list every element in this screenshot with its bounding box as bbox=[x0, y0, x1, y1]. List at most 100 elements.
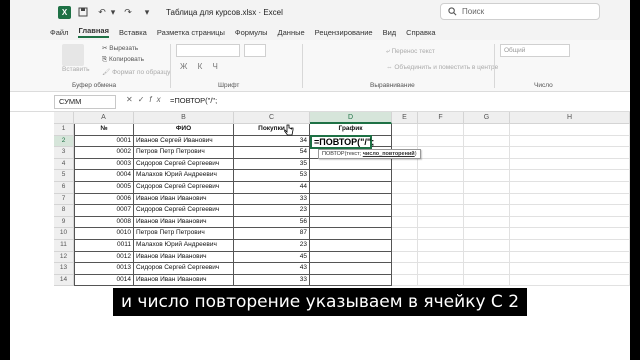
name-cell[interactable]: Малахов Юрий Андреевич bbox=[134, 240, 234, 252]
purchases-cell[interactable]: 35 bbox=[234, 158, 310, 171]
name-cell[interactable]: Иванов Иван Иванович bbox=[134, 216, 234, 229]
font-name-field[interactable] bbox=[176, 44, 240, 57]
grid-cell[interactable] bbox=[392, 124, 418, 136]
grid-cell[interactable] bbox=[464, 135, 510, 148]
purchases-cell[interactable]: 23 bbox=[234, 205, 310, 217]
id-cell[interactable]: 0010 bbox=[74, 228, 134, 240]
column-header-c[interactable]: C bbox=[234, 112, 310, 124]
undo-dropdown-icon[interactable]: ▾ bbox=[110, 5, 116, 19]
name-cell[interactable]: Петров Петр Петрович bbox=[134, 147, 234, 159]
grid-cell[interactable] bbox=[392, 193, 418, 206]
grid-cell[interactable] bbox=[418, 205, 464, 217]
row-header[interactable]: 7 bbox=[54, 193, 74, 206]
tab-insert[interactable]: Вставка bbox=[119, 28, 147, 37]
grid-cell[interactable] bbox=[464, 124, 510, 136]
undo-icon[interactable]: ↶ bbox=[95, 5, 109, 19]
purchases-cell[interactable]: 33 bbox=[234, 193, 310, 206]
grid-cell[interactable] bbox=[510, 228, 630, 240]
grid-cell[interactable] bbox=[464, 263, 510, 275]
tab-file[interactable]: Файл bbox=[50, 28, 68, 37]
worksheet-grid[interactable]: A B C D E F G H 1 № ФИО Покупки График 2 0001 И… bbox=[10, 112, 630, 360]
grid-cell[interactable] bbox=[510, 182, 630, 194]
row-header[interactable]: 5 bbox=[54, 170, 74, 182]
format-painter-button[interactable]: 🖌 Формат по образцу bbox=[102, 68, 170, 76]
row-header[interactable]: 9 bbox=[54, 216, 74, 229]
row-header[interactable]: 6 bbox=[54, 182, 74, 194]
paste-button[interactable] bbox=[62, 44, 84, 66]
grid-cell[interactable] bbox=[418, 182, 464, 194]
name-cell[interactable]: Иванов Иван Иванович bbox=[134, 193, 234, 206]
purchases-cell[interactable]: 87 bbox=[234, 228, 310, 240]
tab-review[interactable]: Рецензирование bbox=[315, 28, 373, 37]
grid-cell[interactable] bbox=[418, 216, 464, 229]
grid-cell[interactable] bbox=[310, 158, 392, 171]
grid-cell[interactable] bbox=[464, 193, 510, 206]
grid-cell[interactable] bbox=[310, 274, 392, 287]
search-box[interactable]: Поиск bbox=[440, 3, 600, 20]
purchases-cell[interactable]: 44 bbox=[234, 182, 310, 194]
grid-cell[interactable] bbox=[418, 124, 464, 136]
copy-button[interactable]: ⎘ Копировать bbox=[102, 56, 144, 64]
id-cell[interactable]: 0007 bbox=[74, 205, 134, 217]
grid-cell[interactable] bbox=[510, 135, 630, 148]
name-cell[interactable]: Иванов Иван Иванович bbox=[134, 251, 234, 264]
purchases-cell[interactable]: 43 bbox=[234, 263, 310, 275]
grid-cell[interactable] bbox=[310, 240, 392, 252]
id-cell[interactable]: 0012 bbox=[74, 251, 134, 264]
column-header-g[interactable]: G bbox=[464, 112, 510, 124]
name-cell[interactable]: Иванов Сергей Иванович bbox=[134, 135, 234, 148]
tab-view[interactable]: Вид bbox=[383, 28, 397, 37]
column-header-d[interactable]: D bbox=[310, 112, 392, 124]
grid-cell[interactable] bbox=[392, 158, 418, 171]
grid-cell[interactable] bbox=[392, 205, 418, 217]
row-header[interactable]: 13 bbox=[54, 263, 74, 275]
grid-cell[interactable] bbox=[418, 147, 464, 159]
id-cell[interactable]: 0006 bbox=[74, 193, 134, 206]
grid-cell[interactable] bbox=[310, 170, 392, 182]
grid-cell[interactable] bbox=[392, 274, 418, 287]
id-cell[interactable]: 0002 bbox=[74, 147, 134, 159]
grid-cell[interactable] bbox=[310, 205, 392, 217]
purchases-cell[interactable]: 34 bbox=[234, 135, 310, 148]
row-header[interactable]: 8 bbox=[54, 205, 74, 217]
name-cell[interactable]: Малахов Юрий Андреевич bbox=[134, 170, 234, 182]
tab-data[interactable]: Данные bbox=[278, 28, 305, 37]
column-header-f[interactable]: F bbox=[418, 112, 464, 124]
grid-cell[interactable] bbox=[310, 216, 392, 229]
grid-cell[interactable] bbox=[418, 251, 464, 264]
grid-cell[interactable] bbox=[418, 228, 464, 240]
grid-cell[interactable] bbox=[392, 182, 418, 194]
header-cell-chart[interactable]: График bbox=[310, 124, 392, 136]
merge-center-button[interactable]: ⇔ Объединить и поместить в центре bbox=[386, 64, 498, 71]
save-icon[interactable] bbox=[76, 5, 90, 19]
font-style-buttons[interactable]: Ж К Ч bbox=[180, 62, 222, 71]
row-header[interactable]: 4 bbox=[54, 158, 74, 171]
grid-cell[interactable] bbox=[464, 251, 510, 264]
cancel-icon[interactable]: ✕ bbox=[126, 95, 138, 104]
grid-cell[interactable] bbox=[418, 240, 464, 252]
grid-cell[interactable] bbox=[510, 147, 630, 159]
grid-cell[interactable] bbox=[464, 205, 510, 217]
grid-cell[interactable] bbox=[310, 182, 392, 194]
tab-formulas[interactable]: Формулы bbox=[235, 28, 268, 37]
grid-cell[interactable] bbox=[464, 147, 510, 159]
name-cell[interactable]: Сидоров Сергей Сергеевич bbox=[134, 205, 234, 217]
grid-cell[interactable] bbox=[418, 135, 464, 148]
row-header[interactable]: 11 bbox=[54, 240, 74, 252]
grid-cell[interactable] bbox=[510, 251, 630, 264]
grid-cell[interactable] bbox=[392, 170, 418, 182]
grid-cell[interactable] bbox=[418, 170, 464, 182]
grid-cell[interactable] bbox=[310, 263, 392, 275]
row-header[interactable]: 10 bbox=[54, 228, 74, 240]
tab-help[interactable]: Справка bbox=[406, 28, 435, 37]
column-header-e[interactable]: E bbox=[392, 112, 418, 124]
purchases-cell[interactable]: 53 bbox=[234, 170, 310, 182]
grid-cell[interactable] bbox=[310, 251, 392, 264]
id-cell[interactable]: 0014 bbox=[74, 274, 134, 287]
grid-cell[interactable] bbox=[464, 274, 510, 287]
grid-cell[interactable] bbox=[510, 170, 630, 182]
header-cell-num[interactable]: № bbox=[74, 124, 134, 136]
grid-cell[interactable] bbox=[464, 182, 510, 194]
name-cell[interactable]: Сидоров Сергей Сергеевич bbox=[134, 158, 234, 171]
row-header[interactable]: 3 bbox=[54, 147, 74, 159]
